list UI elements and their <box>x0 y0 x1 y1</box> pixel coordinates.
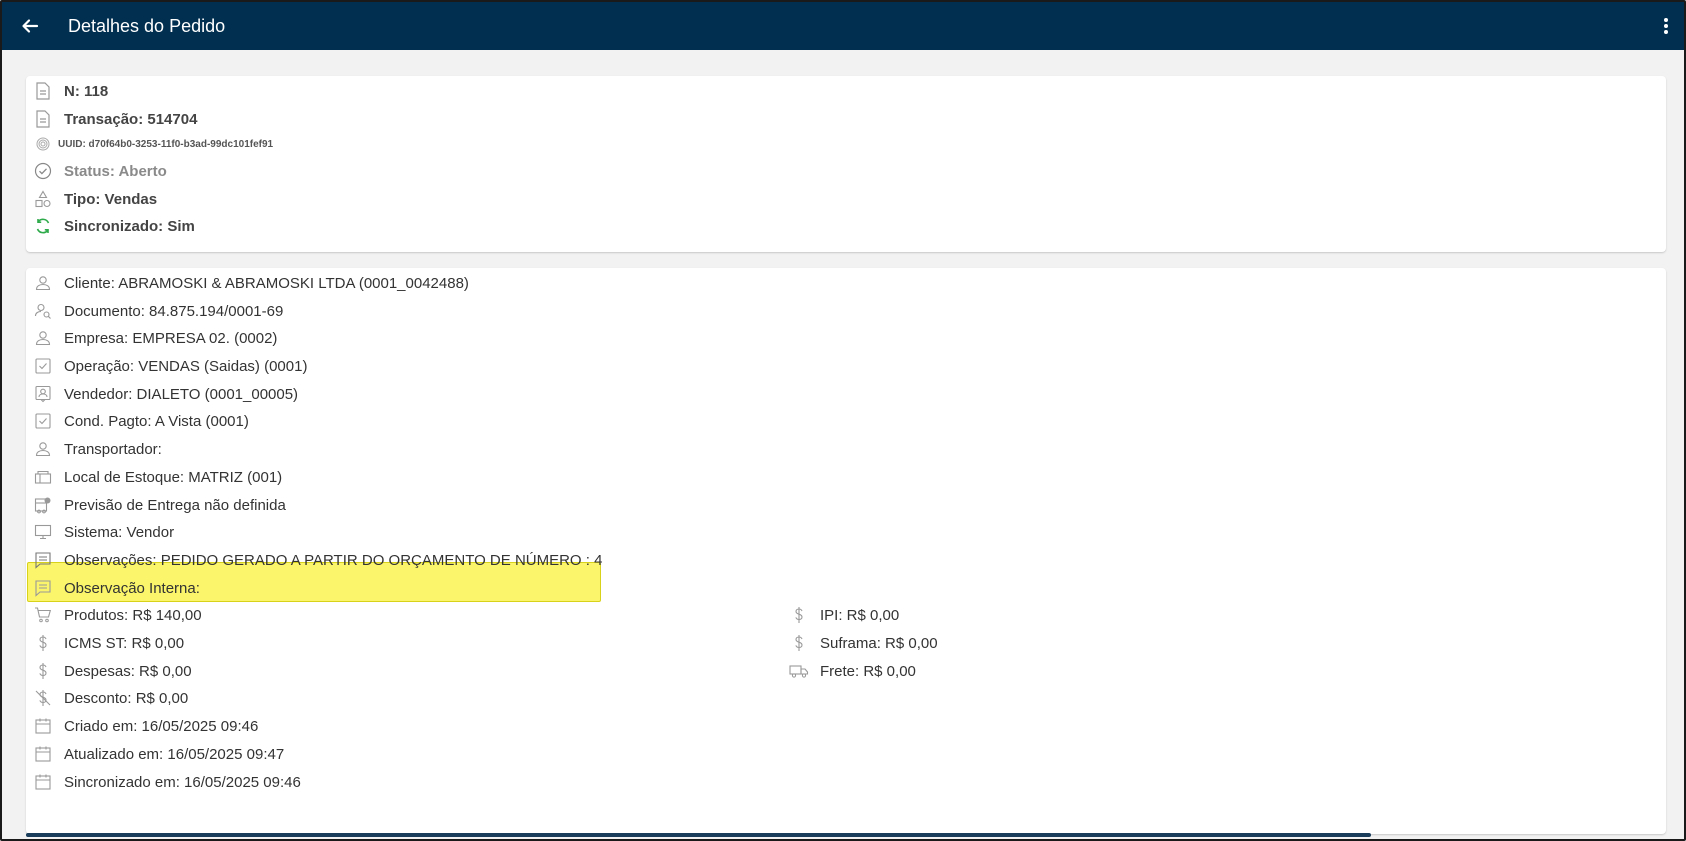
updated-value: Atualizado em: 16/05/2025 09:47 <box>64 745 285 763</box>
document-row: Documento: 84.875.194/0001-69 <box>32 298 283 324</box>
app-window: Detalhes do Pedido N: 118 Transação: 514… <box>0 0 1686 841</box>
expenses-value: Despesas: R$ 0,00 <box>64 662 192 680</box>
stock-location-row: Local de Estoque: MATRIZ (001) <box>32 464 282 490</box>
dollar-icon <box>788 632 810 654</box>
checkbox-icon <box>32 355 54 377</box>
carrier-value: Transportador: <box>64 440 162 458</box>
comment-icon <box>32 577 54 599</box>
system-value: Sistema: Vendor <box>64 523 175 541</box>
more-options-button[interactable] <box>1654 2 1678 50</box>
fingerprint-icon <box>32 133 54 155</box>
client-value: Cliente: ABRAMOSKI & ABRAMOSKI LTDA (000… <box>64 274 469 292</box>
truck-icon <box>788 660 810 682</box>
created-row: Criado em: 16/05/2025 09:46 <box>32 713 258 739</box>
freight-row: Frete: R$ 0,00 <box>788 658 916 684</box>
no-money-icon <box>32 687 54 709</box>
status-value: Status: Aberto <box>64 162 167 180</box>
delivery-forecast-value: Previsão de Entrega não definida <box>64 496 286 514</box>
delivery-calendar-icon <box>32 494 54 516</box>
arrow-left-icon <box>22 19 39 33</box>
seller-row: Vendedor: DIALETO (0001_00005) <box>32 381 298 407</box>
synced-at-value: Sincronizado em: 16/05/2025 09:46 <box>64 773 301 791</box>
expenses-row: Despesas: R$ 0,00 <box>32 658 192 684</box>
calendar-icon <box>32 715 54 737</box>
observations-value: Observações: PEDIDO GERADO A PARTIR DO O… <box>64 551 603 569</box>
icms-st-value: ICMS ST: R$ 0,00 <box>64 634 185 652</box>
person-icon <box>32 272 54 294</box>
ipi-value: IPI: R$ 0,00 <box>820 606 900 624</box>
seller-value: Vendedor: DIALETO (0001_00005) <box>64 385 299 403</box>
warehouse-icon <box>32 466 54 488</box>
person-icon <box>32 438 54 460</box>
stock-location-value: Local de Estoque: MATRIZ (001) <box>64 468 283 486</box>
updated-row: Atualizado em: 16/05/2025 09:47 <box>32 741 284 767</box>
products-value: Produtos: R$ 140,00 <box>64 606 202 624</box>
suframa-value: Suframa: R$ 0,00 <box>820 634 938 652</box>
payment-terms-value: Cond. Pagto: A Vista (0001) <box>64 412 249 430</box>
payment-terms-row: Cond. Pagto: A Vista (0001) <box>32 408 249 434</box>
status-row: Status: Aberto <box>32 158 167 184</box>
sync-status: Sincronizado: Sim <box>64 217 195 235</box>
products-row: Produtos: R$ 140,00 <box>32 602 202 628</box>
suframa-row: Suframa: R$ 0,00 <box>788 630 938 656</box>
person-search-icon <box>32 300 54 322</box>
transaction-row: Transação: 514704 <box>32 106 197 132</box>
scroll-indicator[interactable] <box>26 833 1371 837</box>
monitor-icon <box>32 521 54 543</box>
company-value: Empresa: EMPRESA 02. (0002) <box>64 329 278 347</box>
carrier-row: Transportador: <box>32 436 162 462</box>
operation-row: Operação: VENDAS (Saidas) (0001) <box>32 353 307 379</box>
page-title: Detalhes do Pedido <box>68 15 226 36</box>
synced-at-row: Sincronizado em: 16/05/2025 09:46 <box>32 769 301 795</box>
cart-icon <box>32 604 54 626</box>
calendar-icon <box>32 743 54 765</box>
observations-row: Observações: PEDIDO GERADO A PARTIR DO O… <box>32 547 602 573</box>
back-button[interactable] <box>6 2 54 50</box>
shapes-icon <box>32 188 54 210</box>
checkbox-icon <box>32 410 54 432</box>
delivery-forecast-row: Previsão de Entrega não definida <box>32 492 286 518</box>
order-details-card: Cliente: ABRAMOSKI & ABRAMOSKI LTDA (000… <box>26 268 1666 834</box>
calendar-icon <box>32 771 54 793</box>
more-vertical-icon <box>1664 18 1668 34</box>
order-summary-card: N: 118 Transação: 514704 UUID: d70f64b0-… <box>26 76 1666 252</box>
freight-value: Frete: R$ 0,00 <box>820 662 916 680</box>
ipi-row: IPI: R$ 0,00 <box>788 602 899 628</box>
dollar-icon <box>32 632 54 654</box>
icms-st-row: ICMS ST: R$ 0,00 <box>32 630 184 656</box>
document-value: Documento: 84.875.194/0001-69 <box>64 302 284 320</box>
comment-icon <box>32 549 54 571</box>
created-value: Criado em: 16/05/2025 09:46 <box>64 717 259 735</box>
sync-icon <box>32 215 54 237</box>
system-row: Sistema: Vendor <box>32 519 174 545</box>
internal-observation-row: Observação Interna: <box>32 575 200 601</box>
document-icon <box>32 108 54 130</box>
transaction-number: Transação: 514704 <box>64 110 198 128</box>
order-number-row: N: 118 <box>32 78 108 104</box>
type-value: Tipo: Vendas <box>64 190 158 208</box>
discount-value: Desconto: R$ 0,00 <box>64 689 189 707</box>
client-row: Cliente: ABRAMOSKI & ABRAMOSKI LTDA (000… <box>32 270 469 296</box>
operation-value: Operação: VENDAS (Saidas) (0001) <box>64 357 308 375</box>
type-row: Tipo: Vendas <box>32 186 157 212</box>
person-icon <box>32 327 54 349</box>
dollar-icon <box>788 604 810 626</box>
app-bar: Detalhes do Pedido <box>2 2 1684 50</box>
dollar-icon <box>32 660 54 682</box>
discount-row: Desconto: R$ 0,00 <box>32 685 188 711</box>
uuid-value: UUID: d70f64b0-3253-11f0-b3ad-99dc101fef… <box>58 138 274 150</box>
contact-card-icon <box>32 383 54 405</box>
company-row: Empresa: EMPRESA 02. (0002) <box>32 325 277 351</box>
internal-observation-value: Observação Interna: <box>64 579 200 597</box>
uuid-row: UUID: d70f64b0-3253-11f0-b3ad-99dc101fef… <box>32 131 273 157</box>
document-icon <box>32 80 54 102</box>
sync-row: Sincronizado: Sim <box>32 213 195 239</box>
check-circle-icon <box>32 160 54 182</box>
order-number: N: 118 <box>64 82 109 100</box>
